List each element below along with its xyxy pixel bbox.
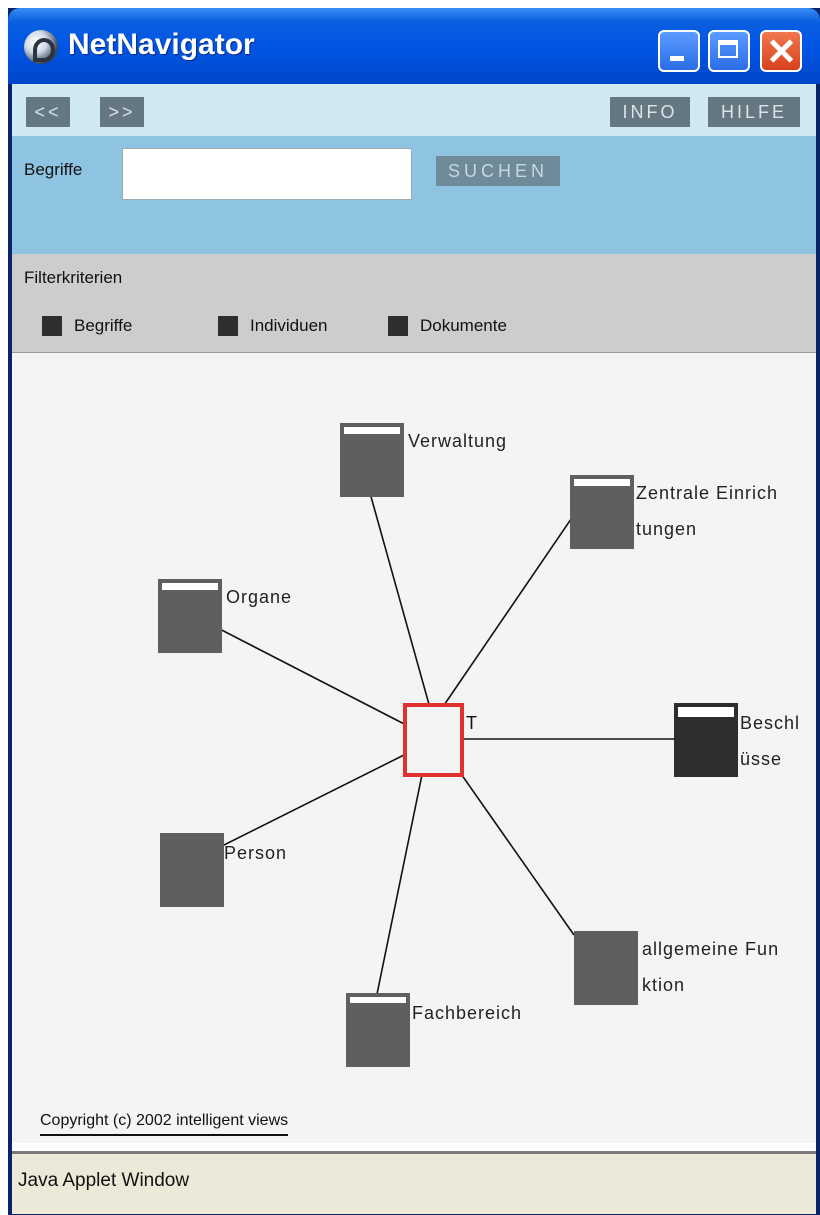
- title-bar[interactable]: NetNavigator: [8, 8, 820, 84]
- node-label: Fachbereich: [412, 1003, 522, 1023]
- node-header-bar: [574, 479, 630, 486]
- checkbox-icon[interactable]: [218, 316, 238, 336]
- filter-title: Filterkriterien: [24, 268, 123, 287]
- node-label: Person: [224, 843, 287, 863]
- navigation-bar: << >> INFO HILFE: [12, 84, 816, 137]
- filter-label: Individuen: [250, 316, 328, 335]
- node-header-bar: [678, 707, 734, 717]
- node-label: Beschl: [740, 713, 800, 733]
- edge-organe: [207, 622, 413, 729]
- function-node-icon[interactable]: [574, 931, 638, 1005]
- node-header-bar: [344, 427, 400, 434]
- node-allgemeine-funktion[interactable]: allgemeine Fun ktion: [574, 931, 779, 1005]
- filter-label: Dokumente: [420, 316, 507, 335]
- edge-zentrale: [439, 502, 583, 712]
- node-zentrale-einrichtungen[interactable]: Zentrale Einrich tungen: [570, 475, 778, 549]
- node-person[interactable]: Person: [160, 833, 287, 907]
- netnavigator-app-icon[interactable]: [24, 30, 58, 64]
- info-button[interactable]: INFO: [610, 97, 690, 127]
- help-button[interactable]: HILFE: [708, 97, 800, 127]
- filter-individuen[interactable]: Individuen: [218, 316, 328, 336]
- maximize-icon[interactable]: [708, 30, 750, 72]
- node-label: Verwaltung: [408, 431, 507, 451]
- search-panel: Begriffe SUCHEN: [12, 136, 816, 255]
- filter-dokumente[interactable]: Dokumente: [388, 316, 507, 336]
- applet-window: NetNavigator << >> INFO HILFE Begriffe S…: [8, 8, 820, 1215]
- document-node-icon[interactable]: [346, 993, 410, 1067]
- document-node-icon[interactable]: [340, 423, 404, 497]
- edge-person: [211, 750, 413, 852]
- node-center[interactable]: T: [403, 703, 477, 777]
- edge-allgemeine: [451, 760, 575, 936]
- node-beschluesse[interactable]: Beschl üsse: [674, 703, 800, 777]
- person-node-icon[interactable]: [160, 833, 224, 907]
- filter-label: Begriffe: [74, 316, 133, 335]
- back-button[interactable]: <<: [26, 97, 70, 127]
- selected-node-icon[interactable]: [403, 703, 464, 777]
- node-label: ktion: [642, 975, 685, 995]
- center-node-label: T: [466, 713, 477, 733]
- status-bar: Java Applet Window: [12, 1151, 816, 1214]
- node-label: Zentrale Einrich: [636, 483, 778, 503]
- status-text: Java Applet Window: [18, 1170, 190, 1191]
- node-label: allgemeine Fun: [642, 939, 779, 959]
- checkbox-icon[interactable]: [388, 316, 408, 336]
- search-input[interactable]: [122, 148, 412, 200]
- document-node-icon[interactable]: [570, 475, 634, 549]
- edge-fachbereich: [375, 764, 425, 1000]
- node-label: üsse: [740, 749, 782, 769]
- filter-panel: Filterkriterien Begriffe Individuen Doku…: [12, 254, 816, 353]
- search-button[interactable]: SUCHEN: [436, 156, 560, 186]
- forward-button[interactable]: >>: [100, 97, 144, 127]
- minimize-icon[interactable]: [658, 30, 700, 72]
- copyright-link[interactable]: Copyright (c) 2002 intelligent views: [40, 1112, 289, 1136]
- search-label: Begriffe: [24, 160, 83, 179]
- node-fachbereich[interactable]: Fachbereich: [346, 993, 522, 1067]
- node-organe[interactable]: Organe: [158, 579, 292, 653]
- node-label: tungen: [636, 519, 697, 539]
- node-header-bar: [350, 997, 406, 1003]
- concept-graph[interactable]: Verwaltung Zentrale Einrich tungen Organ…: [12, 353, 816, 1143]
- window-title: NetNavigator: [68, 28, 255, 61]
- edge-verwaltung: [369, 492, 431, 709]
- document-node-icon[interactable]: [158, 579, 222, 653]
- node-label: Organe: [226, 587, 292, 607]
- close-icon[interactable]: [760, 30, 802, 72]
- applet-content: << >> INFO HILFE Begriffe SUCHEN Filterk…: [12, 84, 816, 1214]
- filter-begriffe[interactable]: Begriffe: [42, 316, 132, 336]
- node-verwaltung[interactable]: Verwaltung: [340, 423, 507, 497]
- graph-canvas[interactable]: Verwaltung Zentrale Einrich tungen Organ…: [12, 353, 816, 1143]
- checkbox-icon[interactable]: [42, 316, 62, 336]
- node-header-bar: [162, 583, 218, 590]
